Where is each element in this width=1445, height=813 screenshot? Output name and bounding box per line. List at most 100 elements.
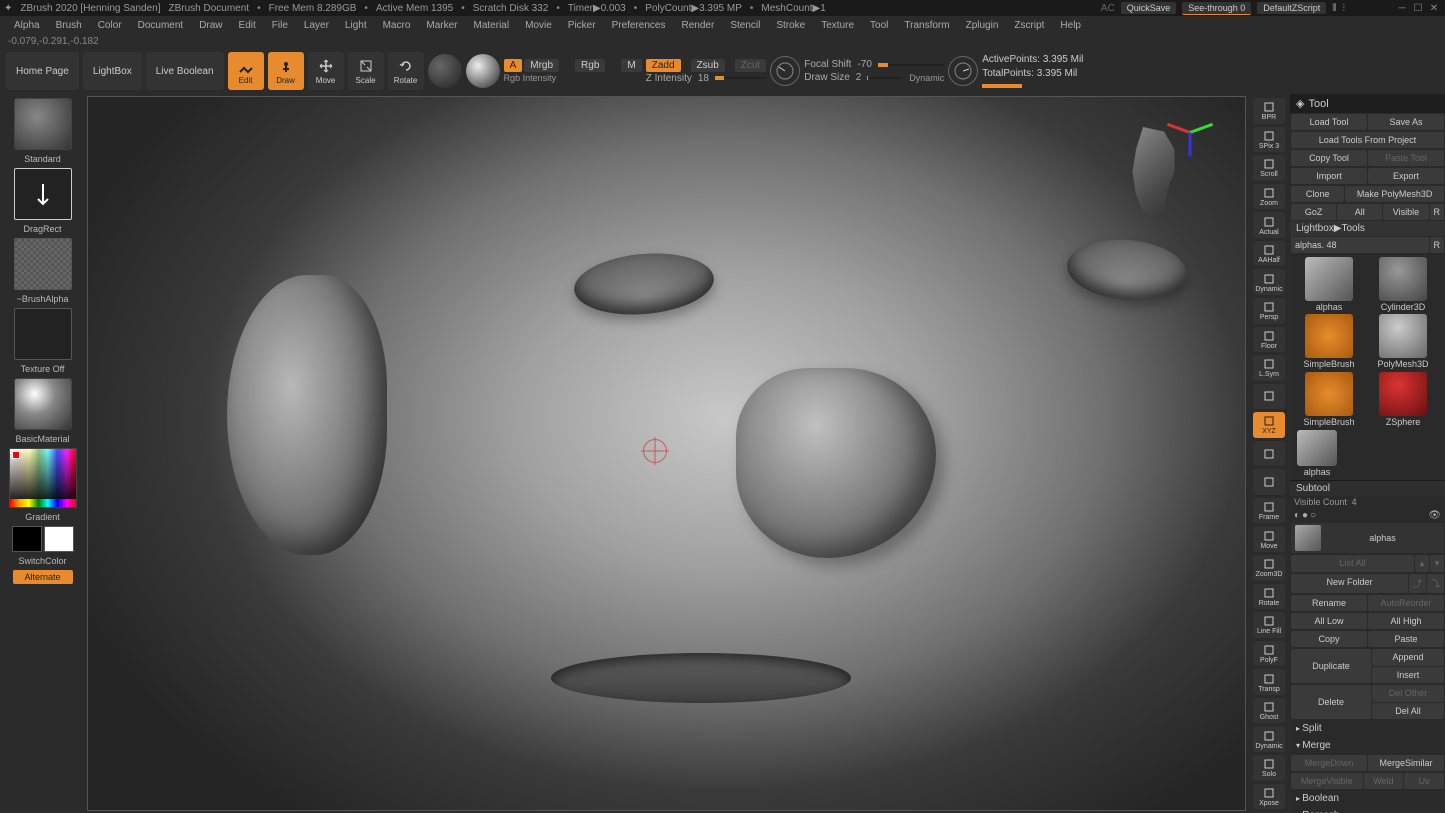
append-button[interactable]: Append: [1372, 649, 1444, 666]
rshelf-actual[interactable]: Actual: [1253, 212, 1285, 238]
lightbox-button[interactable]: LightBox: [83, 52, 142, 90]
menu-tool[interactable]: Tool: [864, 18, 894, 33]
menu-icon[interactable]: ⫴: [1332, 3, 1336, 14]
gyro-button[interactable]: [428, 54, 462, 88]
rshelf-zoom[interactable]: Zoom: [1253, 184, 1285, 210]
menu-texture[interactable]: Texture: [815, 18, 860, 33]
see-through-slider[interactable]: See-through 0: [1182, 2, 1251, 15]
all-button[interactable]: All: [1337, 204, 1382, 220]
focal-shift-slider[interactable]: [878, 64, 944, 66]
viewport[interactable]: [87, 96, 1246, 811]
split-section[interactable]: Split: [1290, 720, 1445, 737]
rshelf-spix-3[interactable]: SPix 3: [1253, 127, 1285, 153]
rshelf-xyz[interactable]: XYZ: [1253, 412, 1285, 438]
rshelf-polyf[interactable]: PolyF: [1253, 641, 1285, 667]
merge-similar-button[interactable]: MergeSimilar: [1368, 755, 1444, 771]
rshelf-xpose[interactable]: Xpose: [1253, 784, 1285, 810]
menu-stroke[interactable]: Stroke: [770, 18, 811, 33]
remesh-section[interactable]: Remesh: [1290, 807, 1445, 813]
paste-button[interactable]: Paste: [1368, 631, 1444, 647]
rshelf-move[interactable]: Move: [1253, 526, 1285, 552]
maximize-icon[interactable]: ☐: [1411, 2, 1425, 14]
rshelf-transp[interactable]: Transp: [1253, 669, 1285, 695]
folder-down-icon[interactable]: ⤵: [1427, 574, 1444, 593]
down-arrow-icon[interactable]: ▾: [1430, 555, 1444, 572]
export-button[interactable]: Export: [1368, 168, 1444, 184]
subtool-header[interactable]: Subtool: [1290, 480, 1445, 496]
menu-icon[interactable]: ⫶: [1343, 3, 1346, 14]
switch-color-label[interactable]: SwitchColor: [18, 554, 66, 568]
subtool-mode-icon[interactable]: ○: [1310, 510, 1316, 521]
alphas-count[interactable]: alphas. 48: [1291, 237, 1429, 253]
menu-brush[interactable]: Brush: [50, 18, 88, 33]
weld-button[interactable]: Weld: [1364, 773, 1404, 789]
tool-item-simplebrush[interactable]: SimpleBrush: [1293, 314, 1365, 369]
del-other-button[interactable]: Del Other: [1372, 685, 1444, 702]
texture-thumbnail[interactable]: [14, 308, 72, 360]
lightbox-tools-header[interactable]: Lightbox▶Tools: [1290, 221, 1445, 236]
rshelf-solo[interactable]: Solo: [1253, 755, 1285, 781]
subtool-mode-icon[interactable]: ◐: [1294, 510, 1300, 521]
alpha-thumbnail[interactable]: [14, 238, 72, 290]
uv-button[interactable]: Uv: [1404, 773, 1444, 789]
rshelf-scroll[interactable]: Scroll: [1253, 155, 1285, 181]
goz-button[interactable]: GoZ: [1291, 204, 1336, 220]
merge-section[interactable]: Merge: [1290, 737, 1445, 754]
edit-mode-button[interactable]: Edit: [228, 52, 264, 90]
menu-color[interactable]: Color: [92, 18, 128, 33]
stroke-thumbnail[interactable]: [14, 168, 72, 220]
swatch-white[interactable]: [44, 526, 74, 552]
menu-render[interactable]: Render: [676, 18, 721, 33]
menu-light[interactable]: Light: [339, 18, 373, 33]
tool-item-zsphere[interactable]: ZSphere: [1367, 372, 1439, 427]
menu-draw[interactable]: Draw: [193, 18, 228, 33]
menu-zplugin[interactable]: Zplugin: [960, 18, 1005, 33]
copy-button[interactable]: Copy: [1291, 631, 1367, 647]
rgb-button[interactable]: Rgb: [575, 59, 605, 72]
delete-button[interactable]: Delete: [1291, 685, 1371, 719]
home-page-button[interactable]: Home Page: [6, 52, 79, 90]
scale-mode-button[interactable]: Scale: [348, 52, 384, 90]
rshelf-frame[interactable]: Frame: [1253, 498, 1285, 524]
sphere-button[interactable]: [466, 54, 500, 88]
insert-button[interactable]: Insert: [1372, 667, 1444, 684]
menu-document[interactable]: Document: [132, 18, 190, 33]
rshelf-btn10[interactable]: [1253, 384, 1285, 410]
paste-tool-button[interactable]: Paste Tool: [1368, 150, 1444, 166]
zadd-button[interactable]: Zadd: [646, 59, 681, 72]
load-tool-button[interactable]: Load Tool: [1291, 114, 1367, 130]
subtool-mode-icon[interactable]: ●: [1302, 510, 1308, 521]
all-low-button[interactable]: All Low: [1291, 613, 1367, 629]
rshelf-bpr[interactable]: BPR: [1253, 98, 1285, 124]
rshelf-btn13[interactable]: [1253, 469, 1285, 495]
draw-size-slider[interactable]: [867, 77, 903, 79]
import-button[interactable]: Import: [1291, 168, 1367, 184]
tool-header[interactable]: ◈Tool: [1290, 94, 1445, 113]
folder-up-icon[interactable]: ⤴: [1409, 574, 1426, 593]
r-button-2[interactable]: R: [1430, 237, 1445, 253]
mrgb-button[interactable]: Mrgb: [524, 59, 559, 72]
menu-zscript[interactable]: Zscript: [1008, 18, 1050, 33]
menu-macro[interactable]: Macro: [377, 18, 417, 33]
menu-stencil[interactable]: Stencil: [724, 18, 766, 33]
menu-marker[interactable]: Marker: [420, 18, 463, 33]
save-as-button[interactable]: Save As: [1368, 114, 1444, 130]
rshelf-persp[interactable]: Persp: [1253, 298, 1285, 324]
tool-item-simplebrush[interactable]: SimpleBrush: [1293, 372, 1365, 427]
merge-down-button[interactable]: MergeDown: [1291, 755, 1367, 771]
tool-item-cylinder3d[interactable]: Cylinder3D: [1367, 257, 1439, 312]
menu-transform[interactable]: Transform: [898, 18, 955, 33]
tool-item-polymesh3d[interactable]: PolyMesh3D: [1367, 314, 1439, 369]
dynamic-toggle[interactable]: Dynamic: [909, 73, 944, 83]
swatch-black[interactable]: [12, 526, 42, 552]
zsub-button[interactable]: Zsub: [691, 59, 725, 72]
all-high-button[interactable]: All High: [1368, 613, 1444, 629]
zcut-button[interactable]: Zcut: [735, 59, 766, 72]
tool-item-alphas[interactable]: alphas: [1293, 257, 1365, 312]
rshelf-ghost[interactable]: Ghost: [1253, 698, 1285, 724]
color-picker[interactable]: [9, 448, 77, 508]
menu-picker[interactable]: Picker: [562, 18, 602, 33]
rshelf-zoom3d[interactable]: Zoom3D: [1253, 555, 1285, 581]
eye-icon[interactable]: 👁: [1428, 510, 1441, 521]
m-button[interactable]: M: [621, 59, 641, 72]
